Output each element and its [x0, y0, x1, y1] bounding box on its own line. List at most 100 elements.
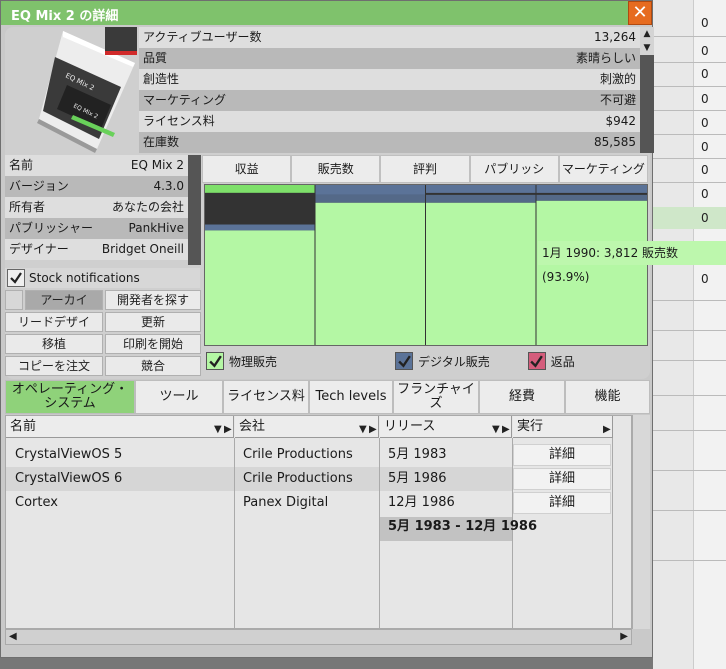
info-label: バージョン	[9, 179, 69, 193]
chart-tab-revenue[interactable]: 収益	[202, 155, 292, 183]
column-header-release[interactable]: リリース ▼ ▶	[380, 416, 512, 438]
update-button[interactable]: 更新	[105, 312, 201, 332]
column-header-company[interactable]: 会社 ▼ ▶	[235, 416, 379, 438]
header-label: 会社	[239, 419, 266, 434]
detail-tabs: オペレーティング・システム ツール ライセンス料 Tech levels フラン…	[5, 380, 650, 414]
copy-order-button[interactable]: コピーを注文	[5, 356, 103, 376]
info-value: あなたの会社	[111, 200, 184, 214]
tab-franchise[interactable]: フランチャイズ	[393, 380, 479, 414]
background-cell: 0	[701, 140, 709, 154]
details-button[interactable]: 詳細	[513, 468, 611, 490]
cell-name[interactable]: Cortex	[10, 491, 58, 515]
stat-value: $942	[605, 114, 636, 128]
info-scrollbar[interactable]	[188, 155, 201, 265]
stock-notifications-checkbox[interactable]: Stock notifications	[5, 268, 200, 288]
stats-scrollbar[interactable]: ▲ ▼	[640, 27, 654, 153]
chart-tabs: 収益 販売数 評判 パブリッシ マーケティング	[202, 155, 649, 183]
legend-label: 返品	[550, 354, 575, 369]
cell-release[interactable]: 5月 1986	[383, 467, 447, 491]
table-vertical-scrollbar[interactable]	[632, 415, 650, 629]
scroll-right-icon[interactable]: ▶	[620, 631, 628, 642]
chart-tab-reputation[interactable]: 評判	[380, 155, 470, 183]
cell-release[interactable]: 12月 1986	[383, 491, 455, 515]
product-box-art: EQ Mix 2 EQ Mix 2	[37, 27, 137, 153]
tab-expenses[interactable]: 経費	[479, 380, 565, 414]
stat-value: 素晴らしい	[575, 51, 636, 65]
column-header-run[interactable]: 実行 ▶	[513, 416, 613, 438]
cell-name[interactable]: CrystalViewOS 6	[10, 467, 122, 491]
table-horizontal-scrollbar[interactable]: ◀ ▶	[5, 629, 632, 645]
chart-tab-publishing[interactable]: パブリッシ	[469, 155, 559, 183]
legend-returns[interactable]: 返品	[527, 352, 575, 370]
background-highlight-row	[653, 207, 726, 229]
cell-company[interactable]: Crile Productions	[238, 467, 353, 491]
legend-digital-sales[interactable]: デジタル販売	[395, 352, 490, 370]
tab-operating-systems[interactable]: オペレーティング・システム	[5, 380, 135, 414]
tab-tech-levels[interactable]: Tech levels	[309, 380, 393, 414]
scroll-down-icon[interactable]: ▼	[640, 41, 654, 55]
archive-button[interactable]: アーカイ	[25, 290, 103, 310]
chart-bar-segment	[315, 194, 426, 203]
stat-label: アクティブユーザー数	[143, 30, 262, 44]
cell-name[interactable]: CrystalViewOS 5	[10, 443, 122, 467]
details-button[interactable]: 詳細	[513, 444, 611, 466]
checkmark-icon[interactable]	[395, 352, 414, 370]
chart-tab-units[interactable]: 販売数	[291, 155, 381, 183]
background-cell: 0	[701, 272, 709, 286]
info-value: EQ Mix 2	[130, 158, 184, 172]
stat-label: 品質	[143, 51, 168, 65]
background-cell: 0	[701, 211, 709, 225]
chart-bar-segment	[536, 194, 647, 201]
checkmark-icon[interactable]	[7, 269, 25, 287]
chart-bar-segment	[205, 224, 315, 231]
sort-icon[interactable]: ▶	[369, 419, 377, 440]
info-label: 所有者	[9, 200, 46, 214]
compete-button[interactable]: 競合	[105, 356, 201, 376]
background-cell: 0	[701, 16, 709, 30]
tab-tools[interactable]: ツール	[135, 380, 223, 414]
background-cell: 0	[701, 92, 709, 106]
sort-icon[interactable]: ▶	[603, 419, 611, 440]
header-label: 名前	[10, 419, 37, 434]
checkmark-icon[interactable]	[206, 352, 224, 370]
filter-icon[interactable]: ▼	[492, 419, 500, 440]
details-button[interactable]: 詳細	[513, 492, 611, 514]
scroll-left-icon[interactable]: ◀	[9, 631, 17, 642]
background-cell: 0	[701, 67, 709, 81]
chart-tab-marketing[interactable]: マーケティング	[558, 155, 649, 183]
background-divider	[653, 510, 726, 511]
column-separator	[612, 438, 613, 630]
lead-design-button[interactable]: リードデザイ	[5, 312, 103, 332]
background-divider	[653, 470, 726, 471]
sort-icon[interactable]: ▶	[502, 419, 510, 440]
checkmark-icon[interactable]	[527, 352, 546, 370]
cell-company[interactable]: Panex Digital	[238, 491, 328, 515]
tab-features[interactable]: 機能	[565, 380, 650, 414]
cell-release[interactable]: 5月 1983	[383, 443, 447, 467]
stat-row: 品質 素晴らしい	[139, 48, 640, 69]
chart-bar-segment	[426, 185, 536, 193]
stat-value: 13,264	[594, 30, 636, 44]
column-separator	[234, 438, 235, 630]
stat-row: アクティブユーザー数 13,264	[139, 27, 640, 48]
start-print-button[interactable]: 印刷を開始	[105, 334, 201, 354]
legend-physical-sales[interactable]: 物理販売	[206, 352, 277, 370]
sort-icon[interactable]: ▶	[224, 419, 232, 440]
chart-legend: 物理販売 デジタル販売 返品	[204, 348, 648, 374]
scroll-up-icon[interactable]: ▲	[640, 27, 654, 41]
background-divider	[653, 330, 726, 331]
chart-bar-segment	[426, 202, 536, 345]
tab-license-fees[interactable]: ライセンス料	[223, 380, 309, 414]
filter-icon[interactable]: ▼	[359, 419, 367, 440]
release-range-summary: 5月 1983 - 12月 1986	[388, 519, 537, 534]
background-divider	[653, 360, 726, 361]
port-button[interactable]: 移植	[5, 334, 103, 354]
close-button[interactable]: ✕	[628, 1, 652, 25]
window-title[interactable]: EQ Mix 2 の詳細	[1, 1, 652, 25]
column-header-name[interactable]: 名前 ▼ ▶	[6, 416, 234, 438]
filter-icon[interactable]: ▼	[214, 419, 222, 440]
find-developer-button[interactable]: 開発者を探す	[105, 290, 201, 310]
cell-company[interactable]: Crile Productions	[238, 443, 353, 467]
archive-checkbox[interactable]	[5, 290, 23, 310]
stat-value: 不可避	[599, 93, 636, 107]
